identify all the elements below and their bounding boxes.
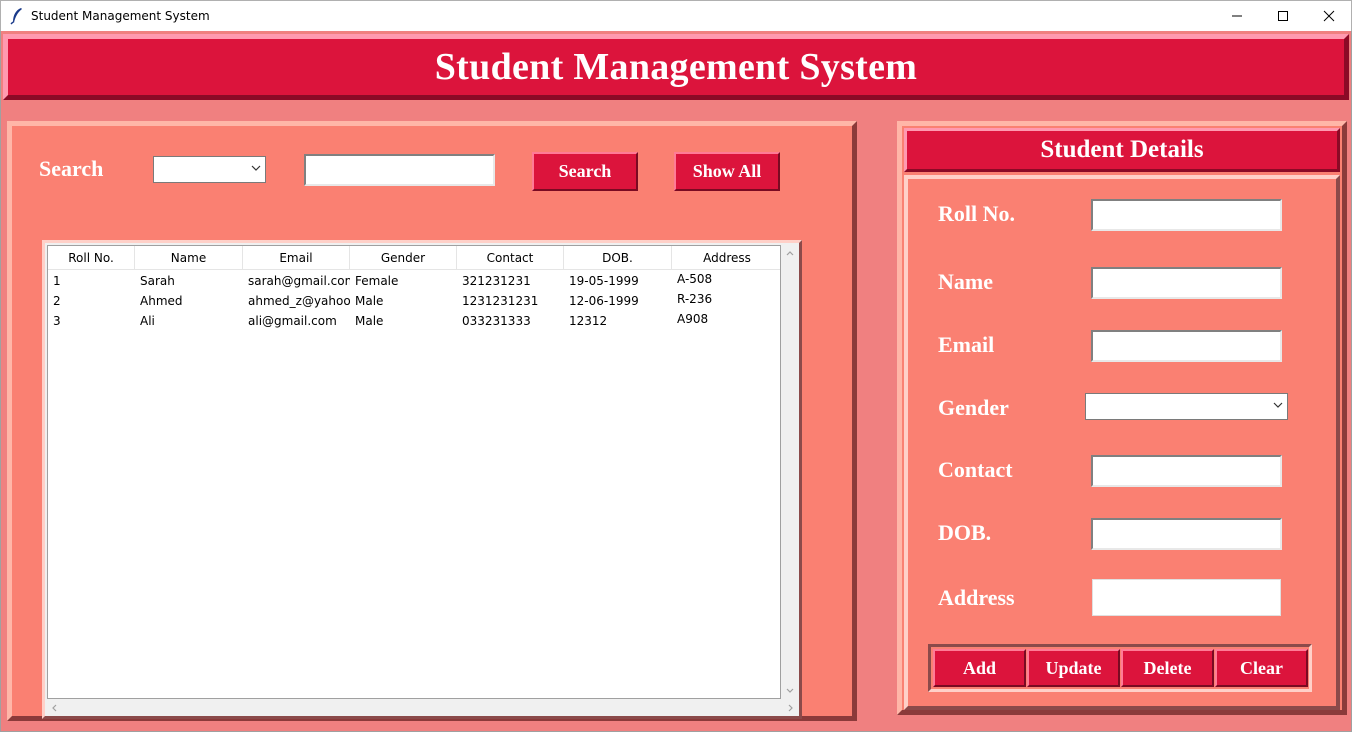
column-header-roll[interactable]: Roll No.	[48, 246, 135, 270]
cell-gender: Female	[355, 274, 399, 288]
app-window: Student Management System Search Search …	[0, 31, 1352, 732]
cell-address: A-508	[677, 272, 713, 286]
details-form: Roll No. Name Email Gender Contact DOB. …	[904, 175, 1340, 710]
cell-roll: 2	[53, 294, 61, 308]
close-icon	[1323, 10, 1335, 22]
minimize-icon	[1232, 15, 1242, 17]
table-frame: Roll No. Name Email Gender Contact DOB. …	[42, 240, 802, 719]
search-button[interactable]: Search	[532, 152, 638, 191]
table-row[interactable]: 2 Ahmed ahmed_z@yahoo.c Male 1231231231 …	[48, 292, 780, 312]
address-input[interactable]	[1092, 579, 1281, 616]
column-header-email[interactable]: Email	[243, 246, 350, 270]
cell-gender: Male	[355, 314, 384, 328]
contact-label: Contact	[938, 457, 1013, 482]
gender-label: Gender	[938, 395, 1009, 420]
name-label: Name	[938, 269, 993, 294]
delete-button[interactable]: Delete	[1121, 649, 1214, 687]
window-titlebar: Student Management System	[0, 0, 1352, 31]
window-title: Student Management System	[31, 9, 210, 23]
search-label: Search	[39, 156, 104, 181]
cell-email: ahmed_z@yahoo.c	[248, 294, 350, 308]
email-label: Email	[938, 332, 995, 357]
cell-dob: 12-06-1999	[569, 294, 639, 308]
update-button[interactable]: Update	[1027, 649, 1120, 687]
vertical-scrollbar[interactable]	[782, 245, 799, 699]
search-by-combobox[interactable]	[153, 156, 266, 183]
table-row[interactable]: 1 Sarah sarah@gmail.com Female 321231231…	[48, 272, 780, 292]
minimize-button[interactable]	[1214, 1, 1260, 31]
cell-roll: 1	[53, 274, 61, 288]
show-all-button[interactable]: Show All	[674, 152, 780, 191]
cell-email: sarah@gmail.com	[248, 274, 350, 288]
cell-name: Ali	[140, 314, 155, 328]
scroll-up-icon[interactable]	[785, 249, 795, 259]
table-row[interactable]: 3 Ali ali@gmail.com Male 033231333 12312…	[48, 312, 780, 332]
name-input[interactable]	[1091, 267, 1282, 299]
feather-icon	[10, 8, 22, 25]
column-header-gender[interactable]: Gender	[350, 246, 457, 270]
cell-contact: 033231333	[462, 314, 531, 328]
cell-name: Ahmed	[140, 294, 183, 308]
records-panel: Search Search Show All Roll No. Name Ema…	[7, 121, 857, 721]
cell-contact: 1231231231	[462, 294, 539, 308]
roll-input[interactable]	[1091, 199, 1282, 231]
maximize-button[interactable]	[1260, 1, 1306, 31]
scroll-down-icon[interactable]	[785, 685, 795, 695]
email-input[interactable]	[1091, 330, 1282, 362]
column-header-dob[interactable]: DOB.	[564, 246, 672, 270]
scroll-right-icon[interactable]	[785, 703, 795, 713]
cell-dob: 19-05-1999	[569, 274, 639, 288]
roll-label: Roll No.	[938, 201, 1015, 226]
cell-email: ali@gmail.com	[248, 314, 337, 328]
column-header-name[interactable]: Name	[135, 246, 243, 270]
chevron-down-icon	[1273, 402, 1283, 408]
column-header-contact[interactable]: Contact	[457, 246, 564, 270]
scroll-left-icon[interactable]	[50, 703, 60, 713]
student-details-panel: Student Details Roll No. Name Email Gend…	[897, 121, 1347, 715]
add-button[interactable]: Add	[933, 649, 1026, 687]
page-title: Student Management System	[434, 46, 918, 88]
student-table[interactable]: Roll No. Name Email Gender Contact DOB. …	[47, 245, 781, 699]
dob-label: DOB.	[938, 520, 992, 545]
dob-input[interactable]	[1091, 518, 1282, 550]
table-header: Roll No. Name Email Gender Contact DOB. …	[48, 246, 780, 270]
clear-button[interactable]: Clear	[1215, 649, 1308, 687]
cell-contact: 321231231	[462, 274, 531, 288]
horizontal-scrollbar[interactable]	[47, 699, 793, 716]
search-input[interactable]	[304, 154, 495, 186]
cell-address: R-236	[677, 292, 713, 306]
chevron-down-icon	[251, 165, 261, 171]
cell-dob: 12312	[569, 314, 608, 328]
close-button[interactable]	[1306, 1, 1352, 31]
cell-name: Sarah	[140, 274, 175, 288]
cell-roll: 3	[53, 314, 61, 328]
maximize-icon	[1278, 11, 1288, 21]
action-buttons: Add Update Delete Clear	[928, 644, 1312, 692]
contact-input[interactable]	[1091, 455, 1282, 487]
cell-address: A908	[677, 312, 709, 326]
gender-combobox[interactable]	[1085, 393, 1288, 420]
column-header-address[interactable]: Address	[672, 246, 780, 270]
cell-gender: Male	[355, 294, 384, 308]
details-title: Student Details	[1040, 136, 1204, 163]
app-header: Student Management System	[3, 34, 1349, 100]
address-label: Address	[938, 585, 1015, 610]
details-title-bar: Student Details	[904, 128, 1340, 172]
